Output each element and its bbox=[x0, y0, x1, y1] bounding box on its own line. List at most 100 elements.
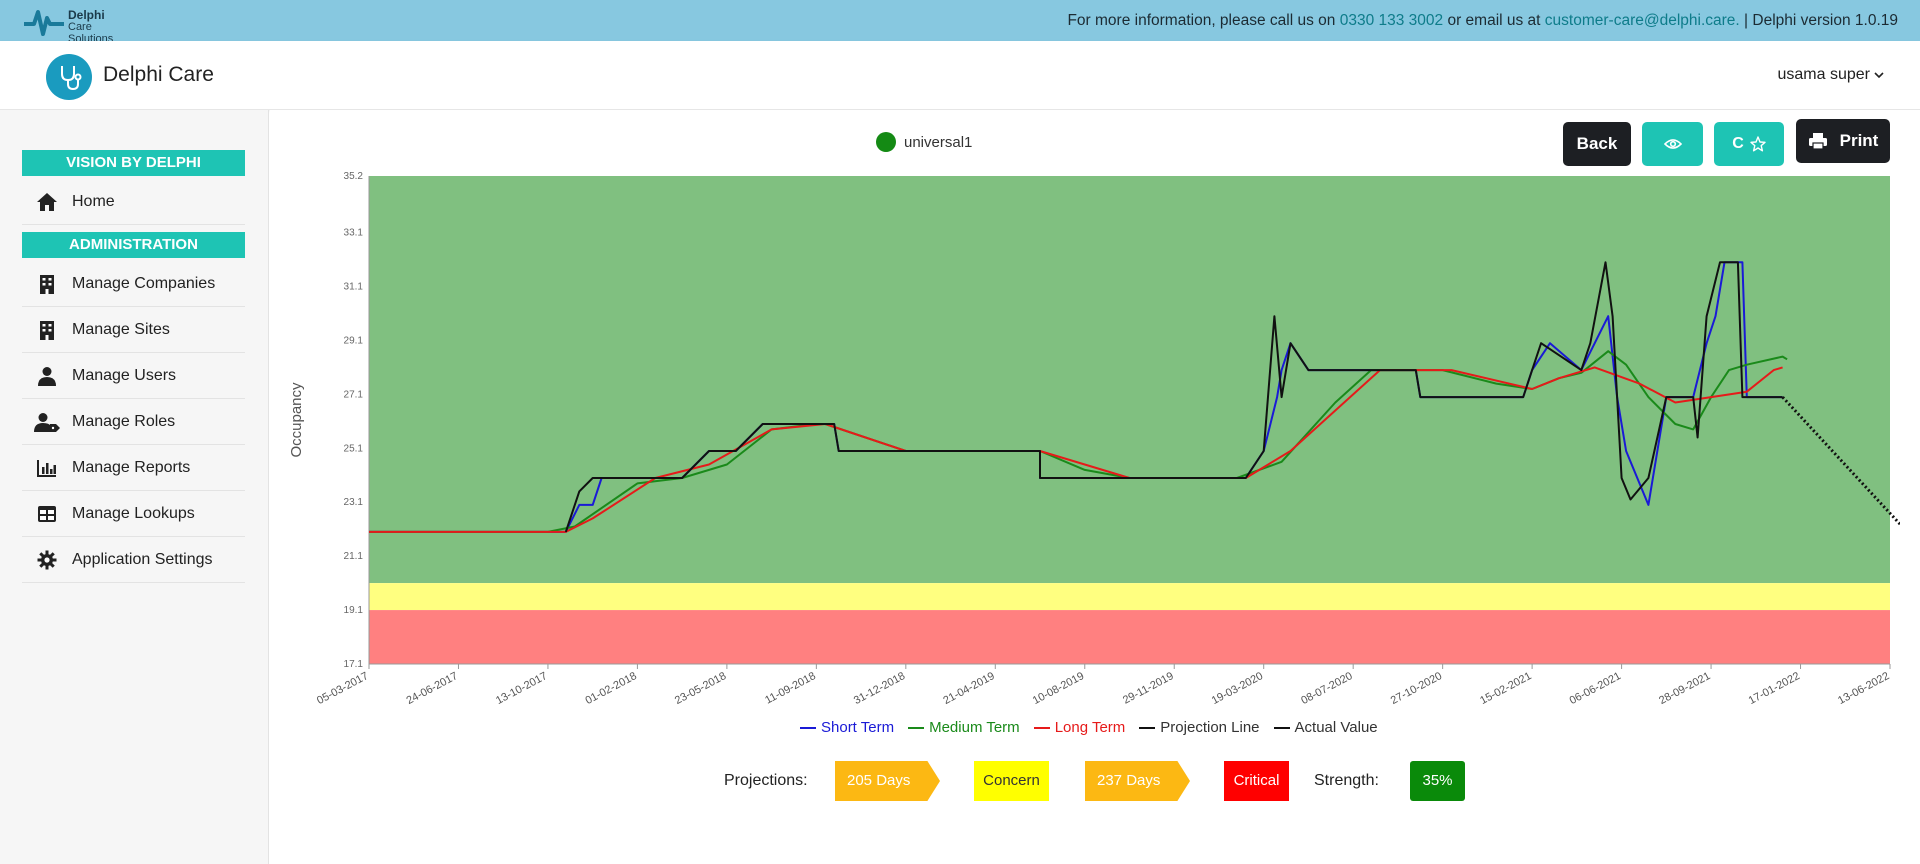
print-label: Print bbox=[1839, 131, 1879, 150]
legend-swatch bbox=[1273, 726, 1290, 729]
eye-icon bbox=[1663, 139, 1682, 149]
print-button[interactable]: Print bbox=[1796, 119, 1890, 163]
delphi-logo[interactable]: Delphi Care Solutions bbox=[22, 2, 113, 45]
projection-days-badge: 205 Days bbox=[835, 761, 940, 801]
band-red bbox=[369, 610, 1890, 664]
y-tick-label: 27.1 bbox=[344, 389, 364, 400]
y-tick-label: 31.1 bbox=[344, 282, 364, 293]
x-tick-label: 13-10-2017 bbox=[494, 670, 549, 707]
x-tick-label: 10-08-2019 bbox=[1031, 670, 1086, 707]
chart-top-legend[interactable]: universal1 bbox=[876, 132, 972, 152]
sidebar-item-label: Home bbox=[72, 192, 115, 210]
phone-link[interactable]: 0330 133 3002 bbox=[1340, 12, 1443, 29]
section-administration: ADMINISTRATION bbox=[22, 232, 245, 258]
logo-name: Delphi bbox=[68, 8, 105, 22]
y-axis-title: Occupancy bbox=[288, 382, 305, 458]
y-tick-label: 19.1 bbox=[344, 605, 364, 616]
sidebar-item-label: Manage Lookups bbox=[72, 504, 195, 522]
concern-badge: Concern bbox=[974, 761, 1049, 801]
critical-badge: Critical bbox=[1224, 761, 1289, 801]
legend-swatch bbox=[1033, 726, 1050, 729]
x-tick-label: 08-07-2020 bbox=[1299, 670, 1354, 707]
legend-label: Medium Term bbox=[929, 719, 1020, 736]
y-tick-label: 17.1 bbox=[344, 659, 364, 670]
legend-label: Long Term bbox=[1054, 719, 1126, 736]
chevron-down-icon bbox=[1874, 72, 1884, 79]
user-menu[interactable]: usama super bbox=[1778, 66, 1885, 84]
x-tick-label: 21-04-2019 bbox=[941, 670, 996, 707]
favorite-label: C bbox=[1732, 135, 1744, 152]
printer-icon bbox=[1808, 133, 1827, 150]
x-tick-label: 27-10-2020 bbox=[1389, 670, 1444, 707]
x-tick-label: 15-02-2021 bbox=[1478, 670, 1533, 707]
y-tick-label: 25.1 bbox=[344, 443, 364, 454]
legend-item-actual-value[interactable]: Actual Value bbox=[1273, 719, 1378, 736]
view-button[interactable] bbox=[1642, 122, 1703, 166]
sidebar-item-label: Manage Reports bbox=[72, 458, 191, 476]
legend-label: Short Term bbox=[821, 719, 895, 736]
sidebar-item-manage-companies[interactable]: Manage Companies bbox=[22, 261, 245, 307]
table-icon bbox=[34, 501, 60, 527]
building-icon bbox=[34, 271, 60, 297]
x-tick-label: 11-09-2018 bbox=[763, 670, 818, 707]
x-tick-label: 31-12-2018 bbox=[852, 670, 907, 707]
legend-label: Actual Value bbox=[1294, 719, 1378, 736]
gear-icon bbox=[34, 547, 60, 573]
band-green bbox=[369, 176, 1890, 584]
x-tick-label: 06-06-2021 bbox=[1568, 670, 1623, 707]
strength-badge: 35% bbox=[1410, 761, 1465, 801]
legend-label: Projection Line bbox=[1160, 719, 1260, 736]
series-legend: Short Term Medium Term Long Term Projection… bbox=[800, 719, 1378, 736]
legend-item-long-term[interactable]: Long Term bbox=[1033, 719, 1126, 736]
home-icon bbox=[34, 189, 60, 215]
star-icon bbox=[1750, 136, 1766, 152]
sidebar-item-label: Manage Sites bbox=[72, 320, 170, 338]
user-icon bbox=[34, 363, 60, 389]
sidebar-item-home[interactable]: Home bbox=[22, 179, 245, 225]
stethoscope-icon[interactable] bbox=[46, 54, 92, 100]
y-tick-label: 21.1 bbox=[344, 551, 364, 562]
info-prefix: For more information, please call us on bbox=[1067, 12, 1340, 29]
sidebar-item-manage-reports[interactable]: Manage Reports bbox=[22, 445, 245, 491]
sidebar-item-label: Manage Roles bbox=[72, 412, 176, 430]
projection-days-badge-2: 237 Days bbox=[1085, 761, 1190, 801]
back-button[interactable]: Back bbox=[1563, 122, 1631, 166]
sidebar-item-label: Manage Companies bbox=[72, 274, 216, 292]
sidebar-item-manage-users[interactable]: Manage Users bbox=[22, 353, 245, 399]
legend-item-projection-line[interactable]: Projection Line bbox=[1139, 719, 1260, 736]
contact-info: For more information, please call us on … bbox=[1067, 12, 1898, 30]
sidebar-item-label: Manage Users bbox=[72, 366, 177, 384]
version-info: | Delphi version 1.0.19 bbox=[1739, 12, 1898, 29]
x-tick-label: 13-06-2022 bbox=[1836, 670, 1891, 707]
y-tick-label: 35.2 bbox=[344, 171, 364, 182]
y-tick-label: 23.1 bbox=[344, 497, 364, 508]
projections-label: Projections: bbox=[724, 772, 808, 789]
brand-name[interactable]: Delphi Care bbox=[103, 63, 214, 87]
legend-dot-icon bbox=[876, 132, 896, 152]
sidebar-item-manage-lookups[interactable]: Manage Lookups bbox=[22, 491, 245, 537]
sidebar-item-application-settings[interactable]: Application Settings bbox=[22, 537, 245, 583]
legend-swatch bbox=[800, 726, 816, 729]
sidebar: VISION BY DELPHI Home ADMINISTRATION Man… bbox=[0, 110, 269, 864]
sidebar-item-manage-sites[interactable]: Manage Sites bbox=[22, 307, 245, 353]
legend-item-medium-term[interactable]: Medium Term bbox=[908, 719, 1020, 736]
heartbeat-logo-icon bbox=[24, 10, 64, 36]
top-info-bar: Delphi Care Solutions For more informati… bbox=[0, 0, 1920, 45]
email-link[interactable]: customer-care@delphi.care. bbox=[1545, 12, 1740, 29]
legend-item-short-term[interactable]: Short Term bbox=[800, 719, 894, 736]
sidebar-item-manage-roles[interactable]: Manage Roles bbox=[22, 399, 245, 445]
x-tick-label: 28-09-2021 bbox=[1657, 670, 1712, 707]
strength-label: Strength: bbox=[1314, 772, 1379, 789]
x-tick-label: 23-05-2018 bbox=[673, 670, 728, 707]
x-tick-label: 24-06-2017 bbox=[405, 670, 460, 707]
user-tag-icon bbox=[34, 409, 60, 435]
legend-swatch bbox=[1139, 726, 1156, 729]
bar-chart-icon bbox=[34, 455, 60, 481]
user-name: usama super bbox=[1777, 66, 1871, 83]
section-vision: VISION BY DELPHI bbox=[22, 150, 245, 176]
favorite-button[interactable]: C bbox=[1714, 122, 1784, 166]
building-icon bbox=[34, 317, 60, 343]
y-tick-label: 29.1 bbox=[344, 335, 364, 346]
app-header: Delphi Care usama super bbox=[0, 41, 1920, 110]
x-tick-label: 17-01-2022 bbox=[1747, 670, 1802, 707]
